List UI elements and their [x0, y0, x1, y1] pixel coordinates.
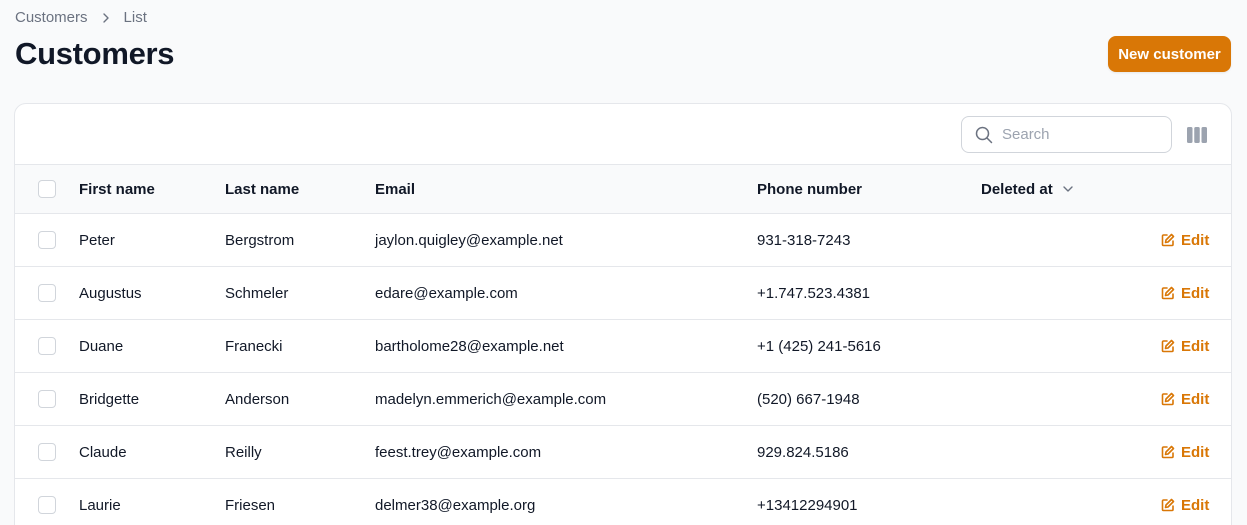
cell-phone-number: +1.747.523.4381	[757, 284, 871, 302]
column-header-first-name[interactable]: First name	[79, 165, 155, 213]
table-row: Augustus Schmeler edare@example.com +1.7…	[15, 267, 1231, 320]
row-checkbox[interactable]	[38, 284, 56, 302]
cell-first-name: Duane	[79, 337, 124, 355]
table-row: Bridgette Anderson madelyn.emmerich@exam…	[15, 373, 1231, 426]
cell-email: edare@example.com	[375, 284, 518, 302]
cell-first-name: Claude	[79, 443, 127, 461]
cell-phone-number: +13412294901	[757, 496, 858, 514]
cell-last-name: Bergstrom	[225, 231, 295, 249]
edit-button[interactable]: Edit	[1161, 232, 1209, 249]
cell-last-name: Schmeler	[225, 284, 289, 302]
edit-button[interactable]: Edit	[1161, 338, 1209, 355]
page-title: Customers	[15, 36, 175, 71]
edit-button[interactable]: Edit	[1161, 497, 1209, 514]
customers-table-card: First name Last name Email Phone number …	[14, 103, 1232, 525]
cell-email: jaylon.quigley@example.net	[375, 231, 563, 249]
chevron-right-icon	[88, 12, 124, 24]
edit-label: Edit	[1181, 443, 1210, 461]
columns-icon[interactable]	[1187, 126, 1207, 144]
column-header-phone-number[interactable]: Phone number	[757, 165, 862, 213]
edit-label: Edit	[1181, 390, 1210, 408]
chevron-down-icon	[1062, 183, 1074, 195]
edit-icon	[1161, 498, 1175, 512]
table-row: Laurie Friesen delmer38@example.org +134…	[15, 479, 1231, 525]
cell-last-name: Franecki	[225, 337, 283, 355]
table-row: Claude Reilly feest.trey@example.com 929…	[15, 426, 1231, 479]
table-row: Duane Franecki bartholome28@example.net …	[15, 320, 1231, 373]
table-toolbar	[15, 104, 1231, 165]
row-checkbox[interactable]	[38, 337, 56, 355]
edit-icon	[1161, 339, 1175, 353]
cell-first-name: Bridgette	[79, 390, 140, 408]
search-field[interactable]	[961, 116, 1172, 153]
cell-first-name: Peter	[79, 231, 115, 249]
cell-first-name: Augustus	[79, 284, 142, 302]
edit-button[interactable]: Edit	[1161, 285, 1209, 302]
edit-icon	[1161, 445, 1175, 459]
edit-icon	[1161, 286, 1175, 300]
search-input[interactable]	[1002, 126, 1152, 143]
edit-label: Edit	[1181, 496, 1210, 514]
row-checkbox[interactable]	[38, 231, 56, 249]
edit-label: Edit	[1181, 231, 1210, 249]
row-checkbox[interactable]	[38, 496, 56, 514]
edit-label: Edit	[1181, 337, 1210, 355]
edit-button[interactable]: Edit	[1161, 444, 1209, 461]
select-all-checkbox[interactable]	[38, 180, 56, 198]
column-header-deleted-at-label: Deleted at	[981, 180, 1053, 198]
table-header: First name Last name Email Phone number …	[15, 165, 1231, 214]
edit-icon	[1161, 392, 1175, 406]
column-header-deleted-at[interactable]: Deleted at	[981, 165, 1074, 213]
cell-email: bartholome28@example.net	[375, 337, 564, 355]
cell-last-name: Friesen	[225, 496, 276, 514]
row-checkbox[interactable]	[38, 390, 56, 408]
table-body: Peter Bergstrom jaylon.quigley@example.n…	[15, 214, 1231, 525]
cell-phone-number: 929.824.5186	[757, 443, 849, 461]
cell-email: feest.trey@example.com	[375, 443, 542, 461]
edit-label: Edit	[1181, 284, 1210, 302]
cell-last-name: Anderson	[225, 390, 290, 408]
new-customer-button[interactable]: New customer	[1108, 36, 1231, 72]
breadcrumb: Customers List	[15, 9, 147, 26]
cell-email: delmer38@example.org	[375, 496, 536, 514]
cell-email: madelyn.emmerich@example.com	[375, 390, 607, 408]
cell-phone-number: (520) 667-1948	[757, 390, 860, 408]
cell-phone-number: 931-318-7243	[757, 231, 851, 249]
column-header-last-name[interactable]: Last name	[225, 165, 299, 213]
page: Customers List Customers New customer Se…	[0, 0, 1247, 525]
column-header-email[interactable]: Email	[375, 165, 415, 213]
row-checkbox[interactable]	[38, 443, 56, 461]
cell-last-name: Reilly	[225, 443, 262, 461]
breadcrumb-item-list: List	[123, 9, 147, 26]
search-icon	[975, 126, 993, 144]
cell-phone-number: +1 (425) 241-5616	[757, 337, 881, 355]
edit-button[interactable]: Edit	[1161, 391, 1209, 408]
cell-first-name: Laurie	[79, 496, 121, 514]
edit-icon	[1161, 233, 1175, 247]
table-row: Peter Bergstrom jaylon.quigley@example.n…	[15, 214, 1231, 267]
breadcrumb-item-customers[interactable]: Customers	[15, 9, 88, 26]
